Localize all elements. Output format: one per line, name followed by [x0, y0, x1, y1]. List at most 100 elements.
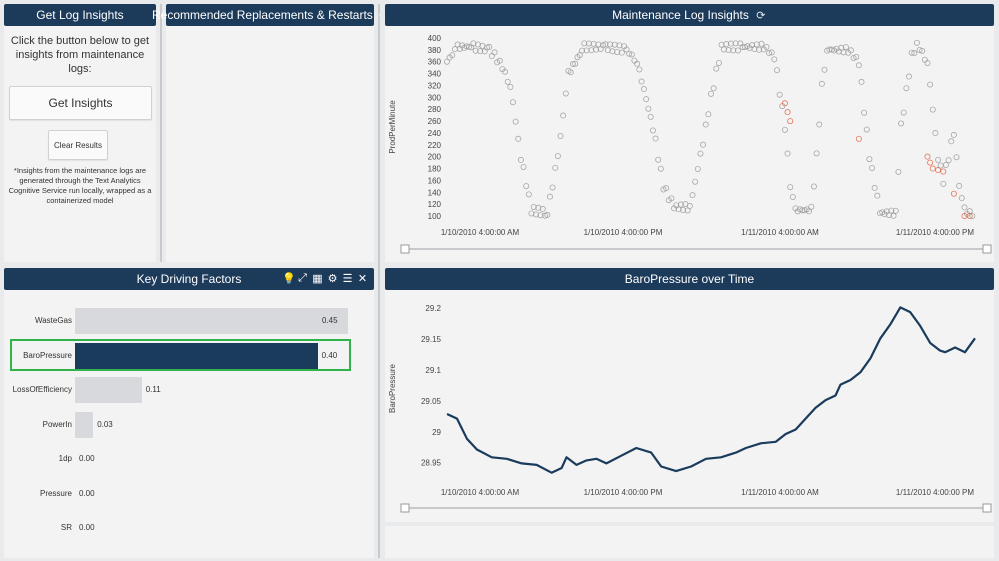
- data-point: [773, 67, 780, 74]
- range-slider-handle: [400, 503, 410, 513]
- data-point: [950, 131, 957, 138]
- data-point: [560, 112, 567, 119]
- data-point: [694, 165, 701, 172]
- factor-value: 0.03: [97, 419, 113, 429]
- y-tick-label: 29.05: [421, 397, 442, 406]
- x-tick-label: 1/10/2010 4:00:00 PM: [584, 488, 663, 497]
- data-point: [787, 184, 794, 191]
- factor-bar[interactable]: [75, 377, 142, 403]
- panel-title: Key Driving Factors: [136, 272, 242, 286]
- data-point: [689, 192, 696, 199]
- factor-label[interactable]: LossOfEfficiency: [4, 385, 72, 394]
- data-point: [702, 121, 709, 128]
- data-point: [640, 86, 647, 93]
- data-point: [813, 150, 820, 157]
- list-icon[interactable]: ☰: [342, 272, 353, 285]
- panel-title: Recommended Replacements & Restarts: [152, 8, 373, 22]
- data-point: [929, 106, 936, 113]
- data-point: [520, 163, 527, 170]
- data-point: [771, 56, 778, 63]
- y-tick-label: 200: [428, 153, 442, 162]
- factor-label[interactable]: SR: [4, 523, 72, 532]
- get-log-insights-panel: Get Log Insights Click the button below …: [4, 4, 156, 262]
- data-point: [855, 62, 862, 69]
- range-slider-handle: [400, 244, 410, 254]
- clear-results-button[interactable]: Clear Results: [48, 130, 108, 160]
- x-tick-label: 1/11/2010 4:00:00 AM: [741, 228, 819, 237]
- data-point: [906, 73, 913, 80]
- data-point: [776, 91, 783, 98]
- data-point: [942, 161, 949, 168]
- factor-value: 0.00: [79, 454, 95, 463]
- data-point: [898, 120, 905, 127]
- range-slider-handle: [982, 244, 992, 254]
- range-slider-handle: [982, 503, 992, 513]
- data-point: [948, 138, 955, 145]
- data-point: [945, 157, 952, 164]
- table-icon[interactable]: ▦: [312, 272, 323, 285]
- data-point: [512, 118, 519, 125]
- maintenance-chart: ProdPerMinute 400 380 360 340 320 300 280 260 240…: [388, 34, 992, 254]
- y-tick-label: 360: [428, 58, 442, 67]
- data-point: [636, 66, 643, 73]
- panel-title: Get Log Insights: [36, 8, 124, 22]
- maintenance-log-panel: Maintenance Log Insights ⟳ ProdPerMinute…: [385, 4, 994, 262]
- data-point: [808, 203, 815, 210]
- data-point: [554, 153, 561, 160]
- factor-label[interactable]: PowerIn: [4, 420, 72, 429]
- refresh-icon[interactable]: ⟳: [755, 9, 767, 22]
- data-point: [652, 135, 659, 142]
- selection-highlight: [10, 339, 351, 371]
- data-point: [940, 168, 947, 175]
- data-point: [935, 167, 942, 174]
- y-tick-label: 100: [428, 212, 442, 221]
- data-point: [705, 111, 712, 118]
- baro-chart: BaroPressure 29.2 29.15 29.1 29.05 29 28.95 1/1…: [388, 304, 992, 513]
- factor-label[interactable]: Pressure: [4, 489, 72, 498]
- factor-bar[interactable]: [75, 308, 348, 334]
- data-point: [515, 135, 522, 142]
- data-point: [861, 109, 868, 116]
- data-point: [932, 130, 939, 137]
- data-point: [818, 80, 825, 87]
- y-tick-label: 29.2: [425, 304, 441, 313]
- expand-icon[interactable]: ⤢: [297, 272, 308, 285]
- data-point: [821, 66, 828, 73]
- panel-title: Maintenance Log Insights: [612, 8, 749, 22]
- y-tick-label: 29: [432, 428, 441, 437]
- y-tick-label: 29.1: [425, 366, 441, 375]
- data-point: [816, 121, 823, 128]
- y-tick-label: 180: [428, 165, 442, 174]
- data-point: [953, 154, 960, 161]
- data-point: [546, 193, 553, 200]
- data-point: [866, 156, 873, 163]
- factor-bar[interactable]: [75, 411, 94, 438]
- data-point: [874, 192, 881, 199]
- factor-label[interactable]: 1dp: [4, 454, 72, 463]
- data-point: [649, 127, 656, 134]
- close-icon[interactable]: ✕: [357, 272, 368, 285]
- data-point: [927, 159, 934, 166]
- data-point: [715, 59, 722, 66]
- y-tick-label: 320: [428, 81, 442, 90]
- y-axis-label: ProdPerMinute: [388, 100, 397, 154]
- data-point: [643, 96, 650, 103]
- data-point: [784, 150, 791, 157]
- data-point: [692, 178, 699, 185]
- data-point: [507, 83, 514, 90]
- data-point: [789, 193, 796, 200]
- data-point: [504, 78, 511, 85]
- data-point: [562, 90, 569, 97]
- data-point: [940, 180, 947, 187]
- data-point: [552, 164, 559, 171]
- data-point: [710, 85, 717, 92]
- factor-label[interactable]: WasteGas: [4, 316, 72, 325]
- lightbulb-icon[interactable]: 💡: [282, 272, 296, 285]
- gear-icon[interactable]: ⚙: [327, 272, 338, 285]
- panel-title: BaroPressure over Time: [624, 272, 755, 286]
- x-tick-label: 1/10/2010 4:00:00 PM: [584, 228, 663, 237]
- get-insights-button[interactable]: Get Insights: [9, 86, 152, 120]
- data-point: [707, 90, 714, 97]
- divider: [378, 4, 380, 558]
- x-tick-label: 1/10/2010 4:00:00 AM: [441, 488, 520, 497]
